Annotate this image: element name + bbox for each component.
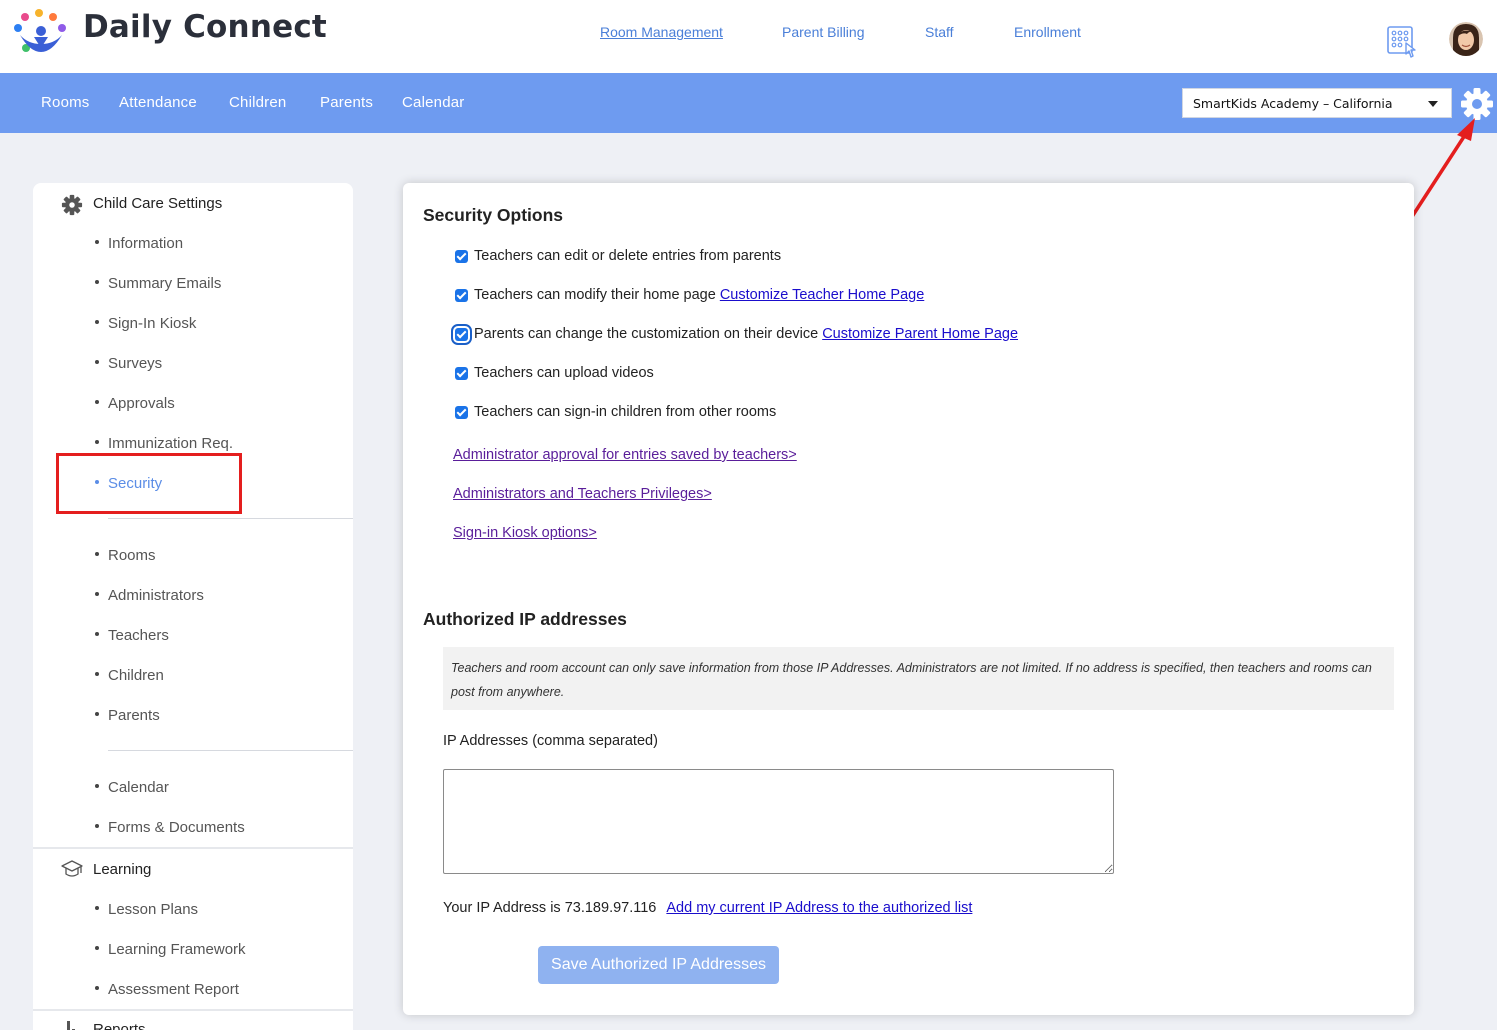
sidebar-divider xyxy=(108,750,353,751)
school-selector-value: SmartKids Academy – California xyxy=(1193,96,1393,111)
security-options-title: Security Options xyxy=(423,205,564,225)
admin-approval-link[interactable]: Administrator approval for entries saved… xyxy=(453,447,797,463)
sidebar-item-lesson-plans[interactable]: Lesson Plans xyxy=(95,901,198,918)
option-upload-videos: Teachers can upload videos xyxy=(455,364,654,382)
sign-in-kiosk-options-link[interactable]: Sign-in Kiosk options> xyxy=(453,525,597,541)
bullet-icon xyxy=(95,400,99,405)
add-current-ip-link[interactable]: Add my current IP Address to the authori… xyxy=(666,900,972,916)
privileges-link[interactable]: Administrators and Teachers Privileges> xyxy=(453,486,712,502)
sidebar-item-approvals[interactable]: Approvals xyxy=(95,395,175,412)
chevron-down-icon xyxy=(1428,101,1438,107)
customize-parent-home-link[interactable]: Customize Parent Home Page xyxy=(822,326,1018,342)
bullet-icon xyxy=(95,632,99,637)
sidebar-section-separator xyxy=(33,1009,353,1011)
current-ip-row: Your IP Address is 73.189.97.116 Add my c… xyxy=(443,900,972,916)
sidebar-divider xyxy=(108,518,353,519)
bullet-icon xyxy=(95,712,99,717)
security-settings-card: Security Options Teachers can edit or de… xyxy=(403,183,1414,1015)
top-link-parent-billing[interactable]: Parent Billing xyxy=(782,24,865,40)
sidebar-item-learning-framework[interactable]: Learning Framework xyxy=(95,941,246,958)
bullet-icon xyxy=(95,360,99,365)
checkbox-sign-in-other-rooms[interactable] xyxy=(455,405,468,419)
sidebar-item-administrators[interactable]: Administrators xyxy=(95,587,204,604)
bullet-icon xyxy=(95,824,99,829)
bullet-icon xyxy=(95,280,99,285)
sidebar-section-reports[interactable]: Reports xyxy=(93,1021,146,1030)
checkbox-upload-videos[interactable] xyxy=(455,366,468,380)
checkbox-parent-customization[interactable] xyxy=(451,323,472,345)
nav-attendance[interactable]: Attendance xyxy=(119,94,197,111)
sidebar-section-child-care-settings[interactable]: Child Care Settings xyxy=(93,195,222,212)
sidebar-item-surveys[interactable]: Surveys xyxy=(95,355,162,372)
brand-name: Daily Connect xyxy=(83,9,327,45)
main-navbar: Rooms Attendance Children Parents Calend… xyxy=(0,73,1497,133)
bullet-icon xyxy=(95,592,99,597)
bullet-icon xyxy=(95,906,99,911)
option-sign-in-other-rooms: Teachers can sign-in children from other… xyxy=(455,403,776,421)
kiosk-keypad-icon[interactable] xyxy=(1386,24,1422,62)
bullet-icon xyxy=(95,946,99,951)
ip-addresses-textarea[interactable] xyxy=(443,769,1114,874)
top-link-room-management[interactable]: Room Management xyxy=(600,24,723,40)
sidebar-section-separator xyxy=(33,847,353,849)
settings-sidebar: Child Care Settings Information Summary … xyxy=(33,183,353,1030)
top-link-enrollment[interactable]: Enrollment xyxy=(1014,24,1081,40)
option-parent-customization: Parents can change the customization on … xyxy=(451,323,1018,345)
sidebar-item-immunization-req[interactable]: Immunization Req. xyxy=(95,435,233,452)
top-header: Daily Connect Room Management Parent Bil… xyxy=(0,0,1497,73)
nav-children[interactable]: Children xyxy=(229,94,286,111)
option-edit-delete-parent-entries: Teachers can edit or delete entries from… xyxy=(455,247,781,265)
bullet-icon xyxy=(95,320,99,325)
nav-parents[interactable]: Parents xyxy=(320,94,373,111)
sidebar-item-children[interactable]: Children xyxy=(95,667,164,684)
save-authorized-ip-button[interactable]: Save Authorized IP Addresses xyxy=(538,946,779,984)
sidebar-item-sign-in-kiosk[interactable]: Sign-In Kiosk xyxy=(95,315,196,332)
daily-connect-logo[interactable] xyxy=(12,8,70,56)
bar-chart-icon xyxy=(67,1021,75,1030)
nav-rooms[interactable]: Rooms xyxy=(41,94,90,111)
authorized-ip-title: Authorized IP addresses xyxy=(423,609,627,629)
sidebar-item-assessment-report[interactable]: Assessment Report xyxy=(95,981,239,998)
sidebar-item-parents[interactable]: Parents xyxy=(95,707,160,724)
bullet-icon xyxy=(95,986,99,991)
sidebar-section-learning[interactable]: Learning xyxy=(93,861,151,878)
ip-info-note: Teachers and room account can only save … xyxy=(443,647,1394,710)
sidebar-item-teachers[interactable]: Teachers xyxy=(95,627,169,644)
gear-icon xyxy=(61,194,83,216)
bullet-icon xyxy=(95,440,99,445)
bullet-icon xyxy=(95,672,99,677)
annotation-highlight-box xyxy=(56,453,242,514)
top-link-staff[interactable]: Staff xyxy=(925,24,954,40)
user-avatar[interactable] xyxy=(1449,22,1483,56)
option-modify-home-page: Teachers can modify their home page Cust… xyxy=(455,286,924,304)
checkbox-edit-delete-parent-entries[interactable] xyxy=(455,249,468,263)
customize-teacher-home-link[interactable]: Customize Teacher Home Page xyxy=(720,287,924,303)
nav-calendar[interactable]: Calendar xyxy=(402,94,464,111)
sidebar-item-rooms[interactable]: Rooms xyxy=(95,547,156,564)
graduation-cap-icon xyxy=(61,860,83,877)
ip-addresses-label: IP Addresses (comma separated) xyxy=(443,733,658,749)
sidebar-item-calendar[interactable]: Calendar xyxy=(95,779,169,796)
sidebar-item-summary-emails[interactable]: Summary Emails xyxy=(95,275,221,292)
bullet-icon xyxy=(95,552,99,557)
current-ip-text: Your IP Address is 73.189.97.116 xyxy=(443,900,657,916)
bullet-icon xyxy=(95,240,99,245)
sidebar-item-information[interactable]: Information xyxy=(95,235,183,252)
sidebar-item-forms-documents[interactable]: Forms & Documents xyxy=(95,819,245,836)
bullet-icon xyxy=(95,784,99,789)
checkbox-modify-home-page[interactable] xyxy=(455,288,468,302)
